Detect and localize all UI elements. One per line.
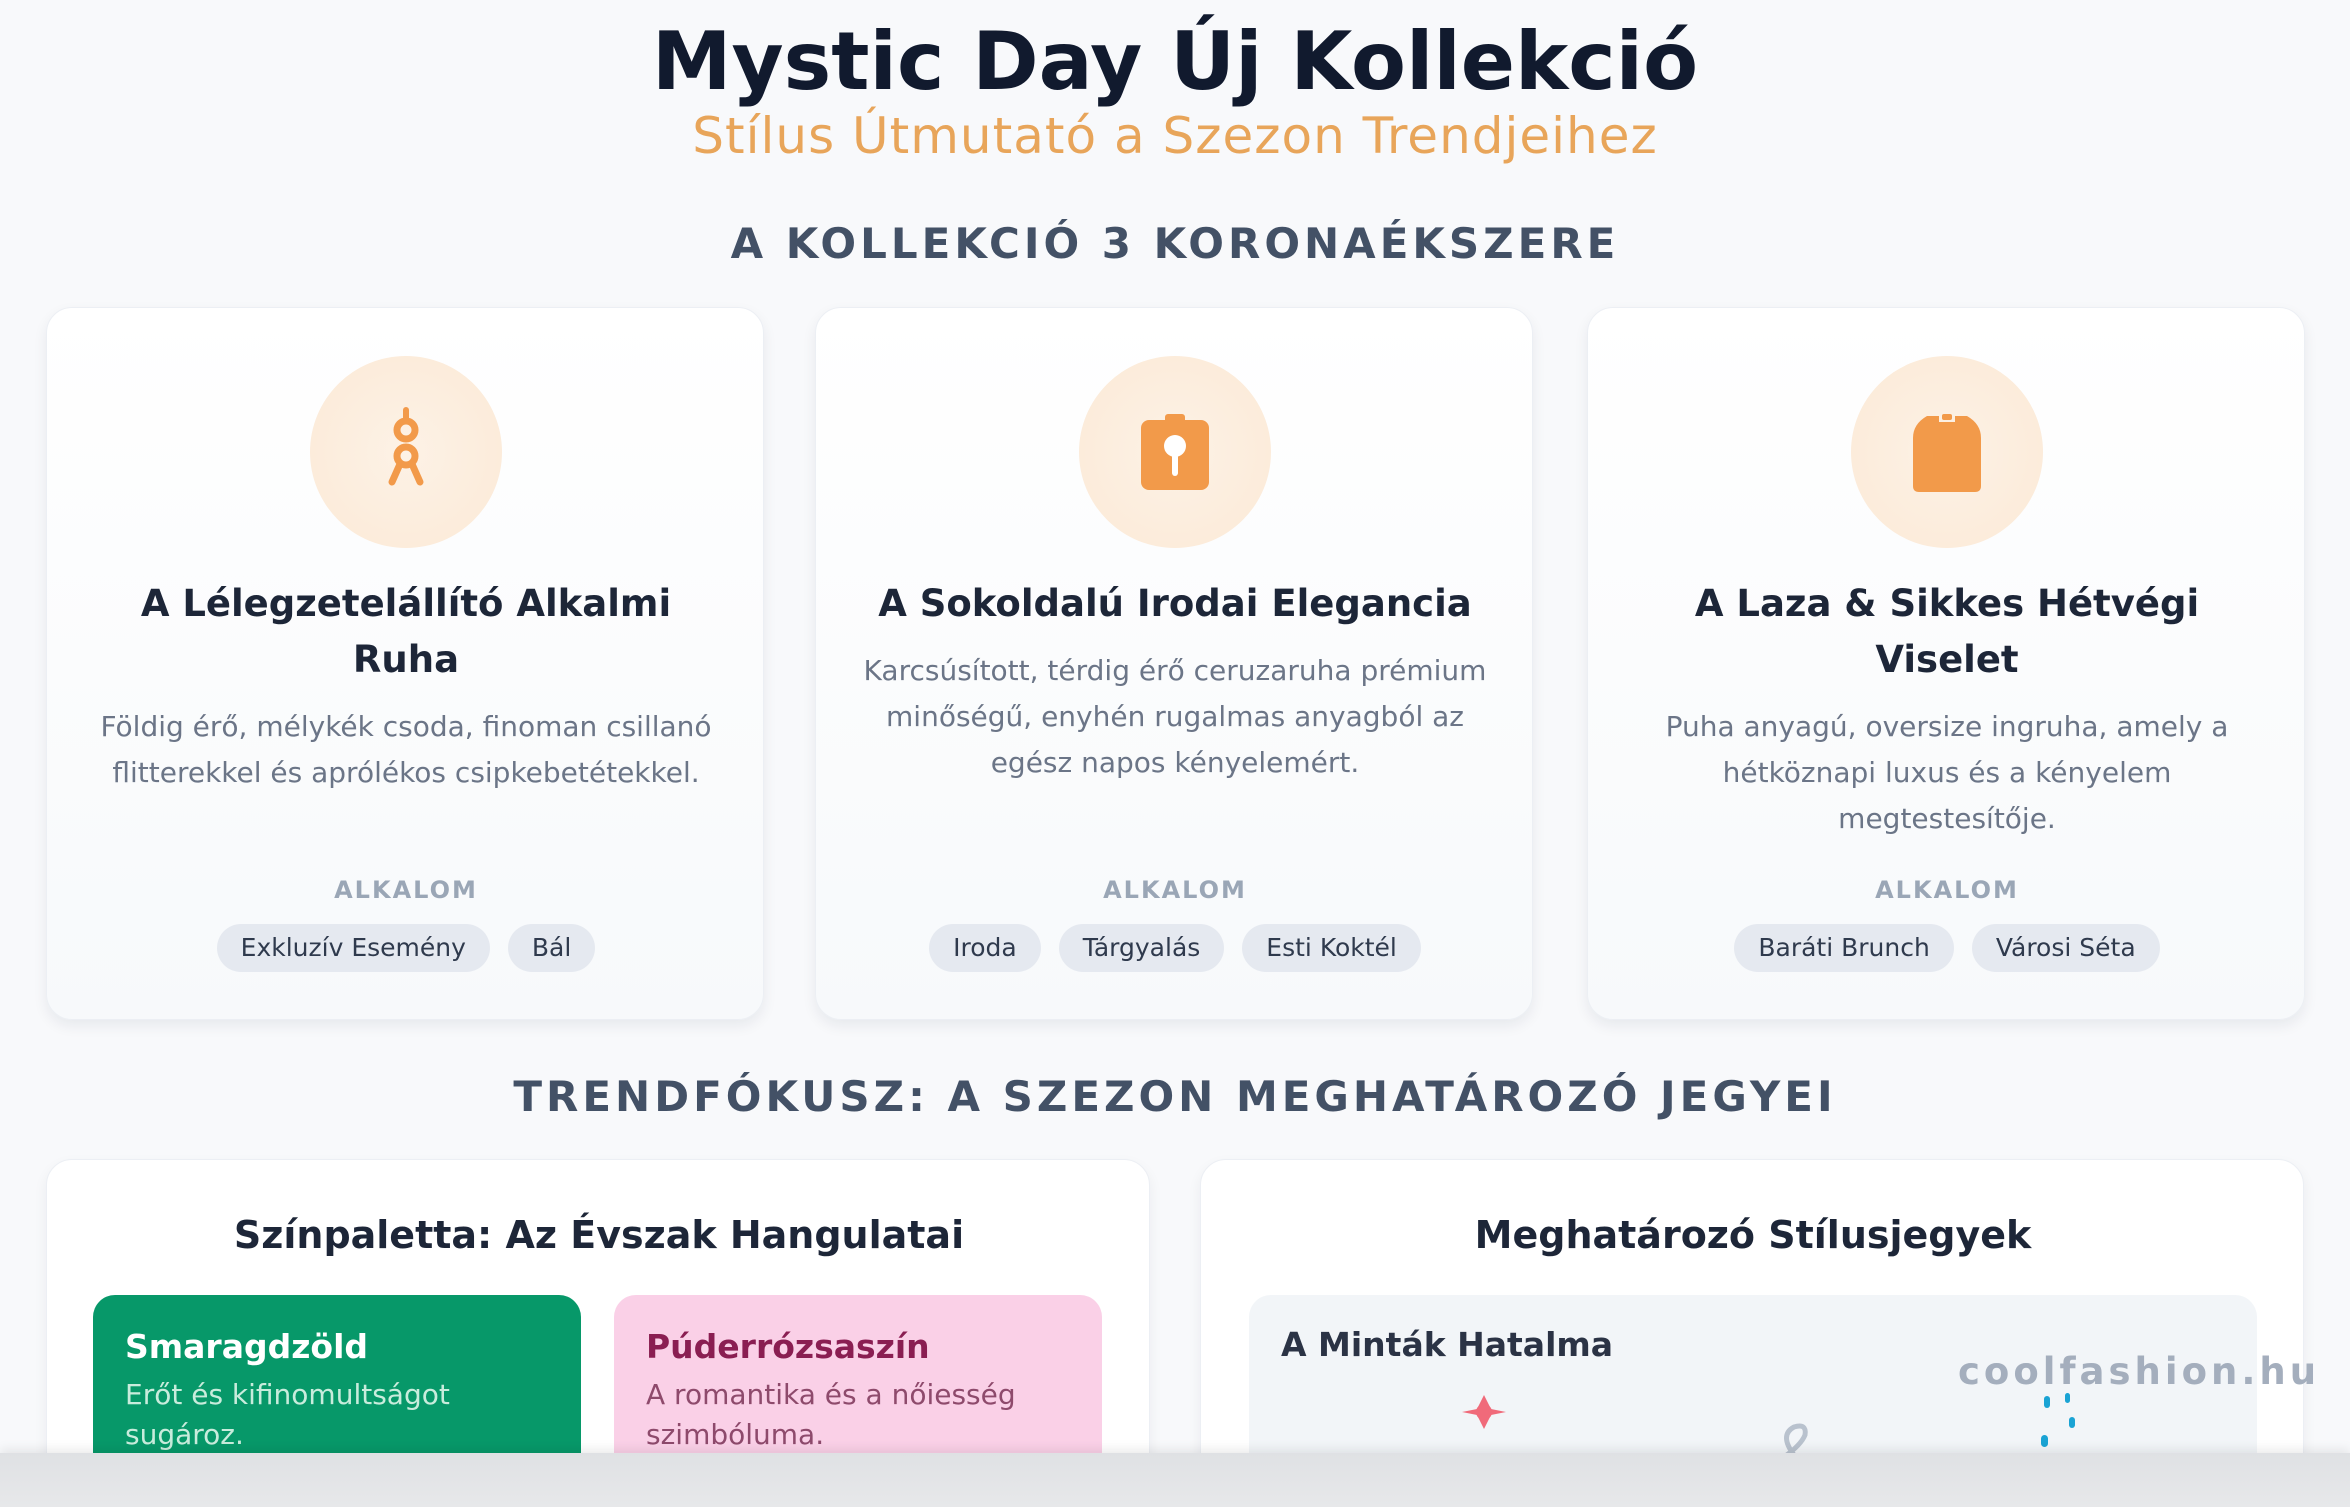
- occasion-label: ALKALOM: [1875, 876, 2019, 904]
- site-watermark: coolfashion.hu: [1958, 1350, 2321, 1393]
- occasion-tags: Exkluzív Esemény Bál: [47, 924, 765, 972]
- dots-pattern-icon: [2041, 1393, 2075, 1447]
- page-subtitle: Stílus Útmutató a Szezon Trendjeihez: [692, 107, 1658, 165]
- occasion-tag[interactable]: Baráti Brunch: [1734, 924, 1954, 972]
- occasion-tag[interactable]: Tárgyalás: [1058, 924, 1225, 972]
- swatch-name: Smaragdzöld: [125, 1327, 369, 1366]
- occasion-label: ALKALOM: [1103, 876, 1247, 904]
- sweater-icon: [1851, 356, 2043, 548]
- bottom-scroll-shadow: [0, 1453, 2350, 1507]
- occasion-tag[interactable]: Városi Séta: [1971, 924, 2160, 972]
- card-description: Puha anyagú, oversize ingruha, amely a h…: [1665, 710, 2229, 835]
- page-title: Mystic Day Új Kollekció: [651, 15, 1699, 108]
- collection-section-heading: A KOLLEKCIÓ 3 KORONAÉKSZERE: [730, 219, 1620, 268]
- card-title: A Sokoldalú Irodai Elegancia: [878, 582, 1472, 625]
- trend-section-heading: TRENDFÓKUSZ: A SZEZON MEGHATÁROZÓ JEGYEI: [513, 1072, 1837, 1121]
- occasion-tag[interactable]: Iroda: [929, 924, 1041, 972]
- card-title: A Lélegzetelállító Alkalmi Ruha: [140, 582, 672, 681]
- card-title: A Laza & Sikkes Hétvégi Viselet: [1694, 582, 2200, 681]
- occasion-label: ALKALOM: [334, 876, 478, 904]
- panel-title: Színpaletta: Az Évszak Hangulatai: [233, 1213, 965, 1257]
- card-description: Földig érő, mélykék csoda, finoman csill…: [100, 710, 712, 789]
- swatch-description: Erőt és kifinomultságot sugároz.: [125, 1378, 450, 1451]
- occasion-tag[interactable]: Esti Koktél: [1242, 924, 1421, 972]
- swatch-description: A romantika és a nőiesség szimbóluma.: [646, 1378, 1016, 1451]
- product-card-evening-dress[interactable]: A Lélegzetelállító Alkalmi Ruha Földig é…: [46, 307, 764, 1020]
- occasion-tags: Iroda Tárgyalás Esti Koktél: [816, 924, 1534, 972]
- card-description: Karcsúsított, térdig érő ceruzaruha prém…: [863, 654, 1487, 779]
- occasion-tag[interactable]: Exkluzív Esemény: [216, 924, 490, 972]
- page: Mystic Day Új Kollekció Stílus Útmutató …: [0, 0, 2350, 1507]
- dress-icon: [310, 356, 502, 548]
- swatch-name: Púderrózsaszín: [646, 1327, 930, 1366]
- product-card-weekend-wear[interactable]: A Laza & Sikkes Hétvégi Viselet Puha any…: [1587, 307, 2305, 1020]
- panel-title: Meghatározó Stílusjegyek: [1474, 1213, 2032, 1257]
- office-suit-icon: [1079, 356, 1271, 548]
- product-card-office-dress[interactable]: A Sokoldalú Irodai Elegancia Karcsúsítot…: [815, 307, 1533, 1020]
- pattern-title: A Minták Hatalma: [1281, 1325, 1614, 1364]
- occasion-tag[interactable]: Bál: [507, 924, 596, 972]
- occasion-tags: Baráti Brunch Városi Séta: [1588, 924, 2306, 972]
